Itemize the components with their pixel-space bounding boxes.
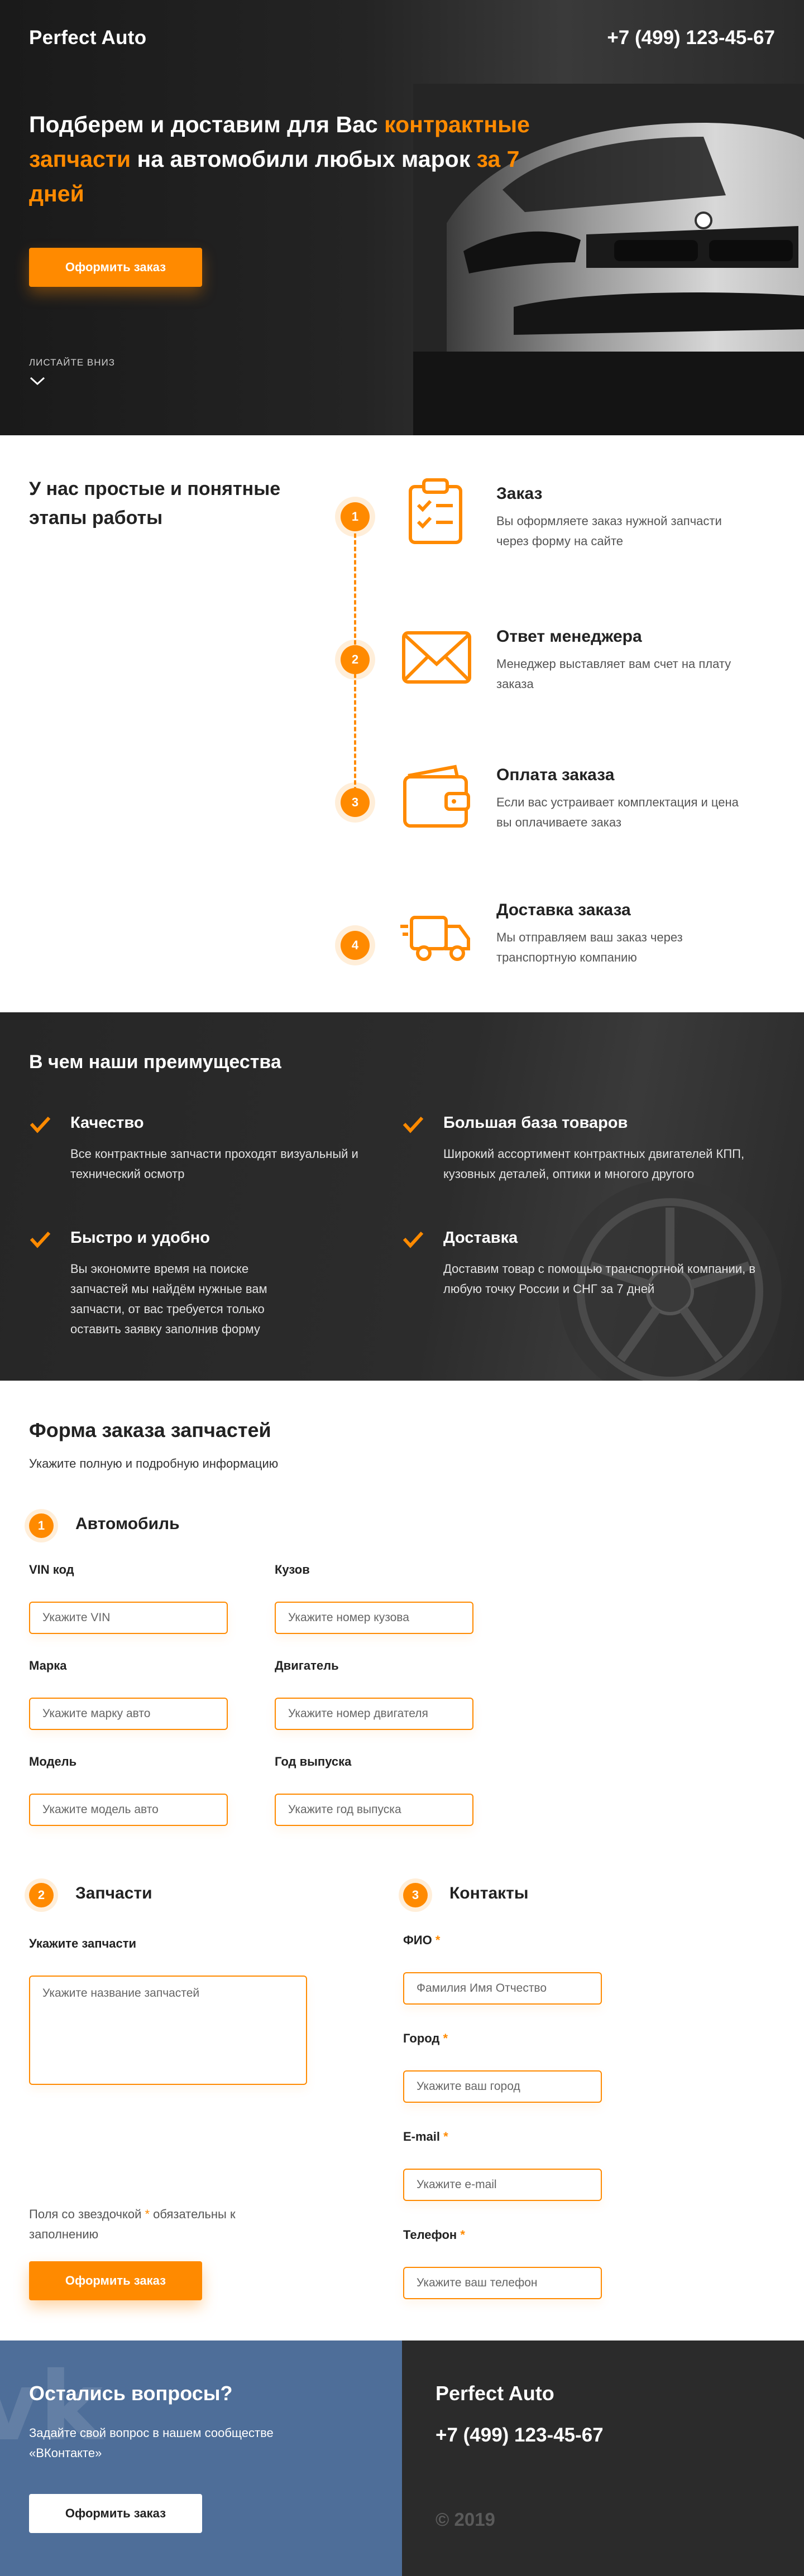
step-text: Если вас устраивает комплектация и цена … [496, 795, 739, 829]
footer-order-button[interactable]: Оформить заказ [29, 2494, 202, 2533]
step-number: 4 [341, 931, 370, 960]
advantage-text: Широкий ассортимент контрактных двигател… [443, 1147, 745, 1181]
model-label: Модель [29, 1755, 77, 1768]
brand-input[interactable] [29, 1698, 228, 1730]
required-fields-note: Поля со звездочкой * обязательны к запол… [29, 2207, 236, 2241]
city-input[interactable] [403, 2070, 602, 2103]
vin-label: VIN код [29, 1563, 74, 1577]
city-label: Город * [403, 2031, 448, 2045]
advantage-text: Вы экономите время на поиске запчастей м… [70, 1262, 267, 1336]
section-number: 2 [29, 1883, 54, 1907]
step-number: 2 [341, 645, 370, 674]
header-phone[interactable]: +7 (499) 123-45-67 [607, 27, 775, 49]
hero-title: Подберем и доставим для Вас контрактные … [29, 107, 532, 211]
checkmark-icon [30, 1116, 51, 1133]
submit-order-button[interactable]: Оформить заказ [29, 2261, 202, 2300]
steps-title: У нас простые и понятные этапы работы [29, 478, 281, 528]
step-number: 1 [341, 502, 370, 531]
step-text: Вы оформляете заказ нужной запчасти чере… [496, 514, 722, 548]
advantage-text: Все контрактные запчасти проходят визуал… [70, 1147, 358, 1181]
steps-section: У нас простые и понятные этапы работы 1 … [0, 435, 804, 1012]
chevron-down-icon[interactable] [29, 376, 46, 386]
step-number: 3 [341, 788, 370, 817]
vin-input[interactable] [29, 1602, 228, 1634]
checkmark-icon [403, 1231, 424, 1248]
phone-input[interactable] [403, 2267, 602, 2299]
advantages-section: В чем наши преимущества Качество Все кон… [0, 1012, 804, 1381]
footer-logo[interactable]: Perfect Auto [436, 2382, 554, 2405]
step-text: Мы отправляем ваш заказ через транспортн… [496, 930, 683, 964]
fullname-input[interactable] [403, 1972, 602, 2005]
car-section-title: Автомобиль [75, 1515, 180, 1533]
body-number-input[interactable] [275, 1602, 473, 1634]
hero-title-part: Подберем и доставим для Вас [29, 112, 385, 137]
delivery-truck-icon [400, 916, 470, 961]
form-title: Форма заказа запчастей [29, 1419, 271, 1441]
step-title: Заказ [496, 484, 543, 503]
order-form-section: Форма заказа запчастей Укажите полную и … [0, 1381, 804, 2340]
footer-question-text: Задайте свой вопрос в нашем сообществе «… [29, 2426, 274, 2460]
advantage-title: Доставка [443, 1229, 518, 1247]
engine-number-input[interactable] [275, 1698, 473, 1730]
model-input[interactable] [29, 1794, 228, 1826]
advantage-title: Большая база товаров [443, 1114, 628, 1132]
envelope-icon [402, 631, 471, 684]
parts-section-title: Запчасти [75, 1884, 152, 1902]
section-number: 1 [29, 1513, 54, 1538]
checkmark-icon [403, 1116, 424, 1133]
advantage-text: Доставим товар с помощью транспортной ко… [443, 1262, 756, 1296]
email-input[interactable] [403, 2169, 602, 2201]
step-title: Ответ менеджера [496, 627, 642, 646]
body-label: Кузов [275, 1563, 310, 1577]
advantage-title: Быстро и удобно [70, 1229, 210, 1247]
step-text: Менеджер выставляет вам счет на плату за… [496, 657, 731, 691]
contacts-section-title: Контакты [449, 1884, 529, 1902]
section-number: 3 [403, 1883, 428, 1907]
advantage-title: Качество [70, 1114, 144, 1132]
scroll-down-label[interactable]: ЛИСТАЙТЕ ВНИЗ [29, 357, 115, 368]
phone-label: Телефон * [403, 2228, 465, 2242]
parts-textarea[interactable] [29, 1976, 307, 2085]
brand-label: Марка [29, 1659, 67, 1673]
footer-question-title: Остались вопросы? [29, 2382, 233, 2405]
engine-label: Двигатель [275, 1659, 339, 1673]
fullname-label: ФИО * [403, 1933, 441, 1947]
site-logo[interactable]: Perfect Auto [29, 27, 146, 49]
year-label: Год выпуска [275, 1755, 352, 1768]
copyright: © 2019 [436, 2509, 495, 2530]
wallet-icon [403, 765, 470, 828]
footer: vk Остались вопросы? Задайте свой вопрос… [0, 2340, 804, 2576]
footer-phone[interactable]: +7 (499) 123-45-67 [436, 2424, 604, 2447]
hero-section: Perfect Auto +7 (499) 123-45-67 Подберем… [0, 0, 804, 435]
footer-contacts-block: Perfect Auto +7 (499) 123-45-67 © 2019 [402, 2340, 804, 2576]
form-subtitle: Укажите полную и подробную информацию [29, 1457, 279, 1470]
clipboard-checklist-icon [409, 478, 462, 544]
year-input[interactable] [275, 1794, 473, 1826]
hero-order-button[interactable]: Оформить заказ [29, 248, 202, 287]
hero-title-part: на автомобили любых марок [131, 146, 477, 172]
email-label: E-mail * [403, 2130, 448, 2144]
checkmark-icon [30, 1231, 51, 1248]
advantages-title: В чем наши преимущества [29, 1051, 281, 1073]
step-title: Оплата заказа [496, 766, 615, 784]
footer-vk-block: vk Остались вопросы? Задайте свой вопрос… [0, 2340, 402, 2576]
step-title: Доставка заказа [496, 901, 631, 919]
parts-label: Укажите запчасти [29, 1936, 137, 1950]
